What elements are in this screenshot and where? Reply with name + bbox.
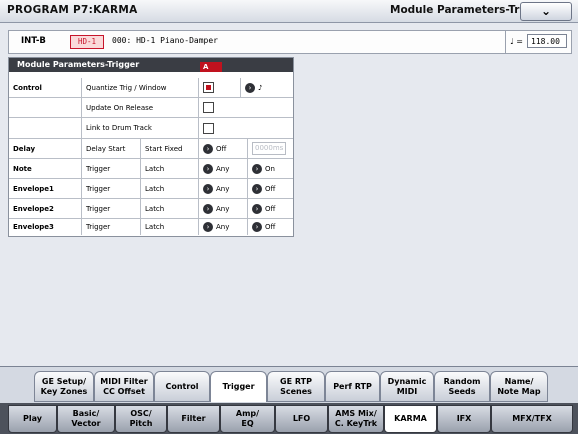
env2-latch-label: Latch [140,199,198,218]
tab-dynamic-midi[interactable]: Dynamic MIDI [380,371,434,402]
note-label: Note [13,164,32,173]
env1-latch-value: Off [265,184,276,193]
delay-start-label: Delay Start [81,139,140,158]
module-a-badge[interactable]: A [200,62,222,72]
tab-trigger[interactable]: Trigger [210,371,267,402]
chevron-down-icon: ⌄ [540,4,552,18]
tab-random-seeds[interactable]: Random Seeds [434,371,490,402]
note-trigger-label: Trigger [81,159,140,178]
delay-value: Off [216,144,227,153]
tab-ifx[interactable]: IFX [437,405,491,433]
envelope2-row: Envelope2 Trigger Latch › Any › Off [9,199,293,219]
env1-latch-label: Latch [140,179,198,198]
env3-latch-value: Off [265,223,276,231]
env2-trigger-label: Trigger [81,199,140,218]
note-latch-label: Latch [140,159,198,178]
delay-switch[interactable]: › Off [198,139,247,158]
tab-amp-eq[interactable]: Amp/ EQ [220,405,275,433]
tab-mfx-tfx[interactable]: MFX/TFX [491,405,573,433]
link-checkbox[interactable] [203,122,214,134]
start-fixed-label: Start Fixed [140,139,198,158]
update-checkbox-cell[interactable] [198,98,240,117]
tab-name-note-map[interactable]: Name/ Note Map [490,371,548,402]
page-menu-button[interactable]: ⌄ [520,2,572,21]
hd1-badge: HD-1 [70,35,104,49]
delay-time-cell: 0000ms [247,139,293,158]
arrow-icon[interactable]: › [252,222,262,232]
update-checkbox[interactable] [203,102,214,113]
delay-row: Delay Delay Start Start Fixed › Off 0000m… [9,139,293,159]
panel-header: Module Parameters-Trigger [9,58,293,72]
quantize-checkbox[interactable] [203,82,214,93]
tab-ams-mix[interactable]: AMS Mix/ C. KeyTrk [328,405,384,433]
control-row-update: Update On Release [9,98,293,118]
quantize-window-cell[interactable]: › ♪ [240,78,293,97]
env3-latch-select[interactable]: › Off [247,219,293,235]
env1-trigger-label: Trigger [81,179,140,198]
env2-latch-value: Off [265,204,276,213]
bank-label: INT-B [21,36,46,46]
title-bar: PROGRAM P7:KARMA Module Parameters-Trigg… [0,0,578,23]
arrow-icon[interactable]: › [203,203,213,214]
tempo-label: ♩ = [505,31,527,53]
arrow-icon[interactable]: › [203,222,213,232]
sub-page-tabs: GE Setup/ Key Zones MIDI Filter CC Offse… [0,366,578,403]
tab-ge-setup[interactable]: GE Setup/ Key Zones [34,371,94,402]
env3-trigger-label: Trigger [81,219,140,235]
module-params-panel: Module Parameters-Trigger A Control Quan… [8,57,294,237]
envelope1-label: Envelope1 [13,184,54,193]
arrow-icon[interactable]: › [252,163,262,174]
quantize-note: ♪ [258,83,263,92]
envelope3-row: Envelope3 Trigger Latch › Any › Off [9,219,293,235]
env2-trigger-select[interactable]: › Any [198,199,247,218]
note-row: Note Trigger Latch › Any › On [9,159,293,179]
envelope2-label: Envelope2 [13,204,54,213]
env3-latch-label: Latch [140,219,198,235]
envelope3-label: Envelope3 [13,223,54,231]
program-select-row[interactable]: INT-B HD-1 000: HD-1 Piano-Damper ♩ = 11… [8,30,572,54]
note-trigger-value: Any [216,164,230,173]
delay-label: Delay [13,144,36,153]
link-label: Link to Drum Track [81,118,198,138]
arrow-icon[interactable]: › [245,82,255,93]
note-latch-select[interactable]: › On [247,159,293,178]
tab-midi-filter[interactable]: MIDI Filter CC Offset [94,371,154,402]
env2-latch-select[interactable]: › Off [247,199,293,218]
env1-latch-select[interactable]: › Off [247,179,293,198]
quantize-label: Quantize Trig / Window [81,78,198,97]
tab-control[interactable]: Control [154,371,210,402]
tab-basic-vector[interactable]: Basic/ Vector [57,405,115,433]
env3-trigger-select[interactable]: › Any [198,219,247,235]
envelope1-row: Envelope1 Trigger Latch › Any › Off [9,179,293,199]
program-title: PROGRAM P7:KARMA [7,4,138,16]
note-trigger-select[interactable]: › Any [198,159,247,178]
control-row-quantize: Control Quantize Trig / Window › ♪ [9,78,293,98]
delay-time-field: 0000ms [252,142,287,155]
tab-perf-rtp[interactable]: Perf RTP [325,371,380,402]
tempo-field[interactable]: 118.00 [527,34,567,48]
env2-trigger-value: Any [216,204,230,213]
env1-trigger-value: Any [216,184,230,193]
arrow-icon[interactable]: › [252,203,262,214]
arrow-icon[interactable]: › [203,143,213,154]
tab-karma[interactable]: KARMA [384,405,437,433]
env1-trigger-select[interactable]: › Any [198,179,247,198]
tab-osc-pitch[interactable]: OSC/ Pitch [115,405,167,433]
env3-trigger-value: Any [216,223,230,231]
update-label: Update On Release [81,98,198,117]
control-row-link: Link to Drum Track [9,118,293,139]
tab-lfo[interactable]: LFO [275,405,328,433]
note-latch-value: On [265,164,275,173]
tab-filter[interactable]: Filter [167,405,220,433]
program-name[interactable]: 000: HD-1 Piano-Damper [112,36,218,45]
tab-ge-rtp[interactable]: GE RTP Scenes [267,371,325,402]
control-label: Control [13,83,42,92]
main-page-tabs: Play Basic/ Vector OSC/ Pitch Filter Amp… [0,403,578,434]
arrow-icon[interactable]: › [203,163,213,174]
arrow-icon[interactable]: › [252,183,262,194]
quantize-checkbox-cell[interactable] [198,78,240,97]
link-checkbox-cell[interactable] [198,118,240,138]
arrow-icon[interactable]: › [203,183,213,194]
tab-play[interactable]: Play [8,405,57,433]
